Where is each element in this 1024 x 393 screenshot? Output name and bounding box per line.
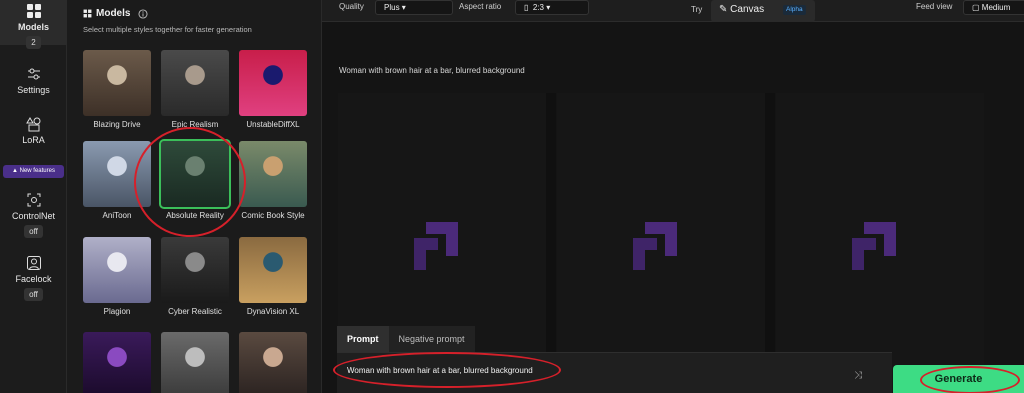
rail-lora[interactable]: LoRA (0, 116, 67, 145)
prompt-input[interactable]: Woman with brown hair at a bar, blurred … (337, 352, 892, 393)
model-thumbnail (161, 332, 229, 393)
shapes-icon (25, 117, 40, 132)
loading-logo-icon (633, 222, 677, 270)
quality-label: Quality (339, 2, 364, 11)
model-tile-label: Blazing Drive (93, 120, 141, 129)
models-panel-subtitle: Select multiple styles together for fast… (83, 25, 252, 34)
rail-lora-label: LoRA (22, 135, 45, 145)
rail-controlnet-label: ControlNet (11, 211, 56, 221)
controlnet-icon (27, 193, 40, 207)
models-panel-header: Models (83, 8, 148, 19)
model-thumbnail (161, 237, 229, 303)
top-bar: Quality Plus ▾ Aspect ratio ▯ 2:3 ▾ Try … (322, 0, 1024, 22)
rail-settings[interactable]: Settings (0, 66, 67, 95)
model-thumbnail (239, 237, 307, 303)
magic-wand-icon: ✎ (719, 4, 728, 15)
grid-icon (83, 9, 92, 18)
slot-divider (765, 93, 775, 393)
alpha-badge: Alpha (783, 5, 806, 15)
model-tile[interactable]: Comic Book Style (239, 141, 307, 220)
canvas-button[interactable]: ✎ Canvas Alpha (711, 0, 815, 22)
info-icon[interactable] (138, 8, 148, 19)
face-icon (26, 256, 41, 270)
model-tile[interactable]: Absolute Reality (159, 139, 231, 220)
model-thumbnail (83, 237, 151, 303)
new-features-label: New features (19, 168, 55, 174)
quality-value: Plus (384, 3, 400, 12)
model-thumbnail (239, 141, 307, 207)
model-tile-label: Cyber Realistic (168, 307, 222, 316)
rail-settings-label: Settings (17, 85, 50, 95)
model-tile[interactable]: UnstableDiffXL (239, 50, 307, 129)
tab-negative-prompt[interactable]: Negative prompt (388, 326, 475, 352)
left-rail: Models 2 Settings LoRA ▲ New features Co… (0, 0, 67, 393)
model-tile[interactable] (83, 332, 151, 393)
model-thumbnail (161, 50, 229, 116)
model-tile[interactable]: Cyber Realistic (161, 237, 229, 316)
model-thumbnail (239, 332, 307, 393)
tab-prompt[interactable]: Prompt (337, 326, 389, 352)
aspect-ratio-value: 2:3 (532, 3, 544, 12)
rail-facelock[interactable]: Facelock off (0, 255, 67, 301)
aspect-ratio-select[interactable]: ▯ 2:3 ▾ (515, 0, 589, 15)
prompt-echo: Woman with brown hair at a bar, blurred … (339, 66, 525, 75)
model-tile-label: Plagion (103, 307, 131, 316)
shuffle-icon[interactable]: ⤨ (854, 370, 868, 384)
rail-models-label: Models (17, 22, 49, 32)
model-tile[interactable]: Plagion (83, 237, 151, 316)
models-panel: Models Select multiple styles together f… (67, 0, 322, 393)
rail-controlnet[interactable]: ControlNet off (0, 192, 67, 238)
model-tile-label: AniToon (102, 211, 132, 220)
portrait-icon: ▯ (524, 3, 529, 12)
quality-select[interactable]: Plus ▾ (375, 0, 453, 15)
grid-icon (26, 4, 41, 18)
model-thumbnail (83, 50, 151, 116)
feed-view-select[interactable]: ▢ Medium (963, 0, 1024, 15)
try-label: Try (691, 5, 703, 14)
model-tile[interactable]: Blazing Drive (83, 50, 151, 129)
model-thumbnail (159, 139, 231, 209)
model-thumbnail (239, 50, 307, 116)
model-tile[interactable]: Epic Realism (161, 50, 229, 129)
loading-logo-icon (414, 222, 458, 270)
image-slot[interactable] (557, 93, 765, 393)
canvas-label: Canvas (730, 4, 765, 15)
checkbox-icon: ▢ (972, 3, 980, 12)
caret-down-icon: ▾ (401, 3, 406, 12)
prompt-tabs: Prompt Negative prompt (337, 326, 475, 352)
model-thumbnail (83, 332, 151, 393)
generate-button[interactable]: Generate (893, 365, 1024, 393)
controlnet-state: off (24, 225, 43, 238)
new-features-badge[interactable]: ▲ New features (3, 165, 64, 178)
model-tile[interactable] (239, 332, 307, 393)
slot-divider (546, 93, 556, 393)
model-tile-label: UnstableDiffXL (246, 120, 300, 129)
aspect-ratio-label: Aspect ratio (459, 2, 502, 11)
image-slot[interactable] (776, 93, 984, 393)
model-tile-label: Absolute Reality (166, 211, 224, 220)
rail-models[interactable]: Models 2 (0, 0, 67, 49)
rail-facelock-label: Facelock (15, 274, 52, 284)
model-tile-label: Comic Book Style (241, 211, 305, 220)
loading-logo-icon (852, 222, 896, 270)
model-tile[interactable] (161, 332, 229, 393)
models-panel-title: Models (96, 8, 131, 19)
models-count-badge: 2 (26, 36, 41, 49)
sliders-icon (27, 68, 40, 80)
model-tile[interactable]: DynaVision XL (239, 237, 307, 316)
feed-view-label: Feed view (916, 2, 953, 11)
model-tile[interactable]: AniToon (83, 141, 151, 220)
caret-down-icon: ▾ (546, 3, 551, 12)
model-tile-label: DynaVision XL (246, 307, 300, 316)
facelock-state: off (24, 288, 43, 301)
prompt-input-value: Woman with brown hair at a bar, blurred … (347, 366, 533, 375)
model-thumbnail (83, 141, 151, 207)
feed-view-value: Medium (981, 3, 1011, 12)
model-tile-label: Epic Realism (171, 120, 219, 129)
